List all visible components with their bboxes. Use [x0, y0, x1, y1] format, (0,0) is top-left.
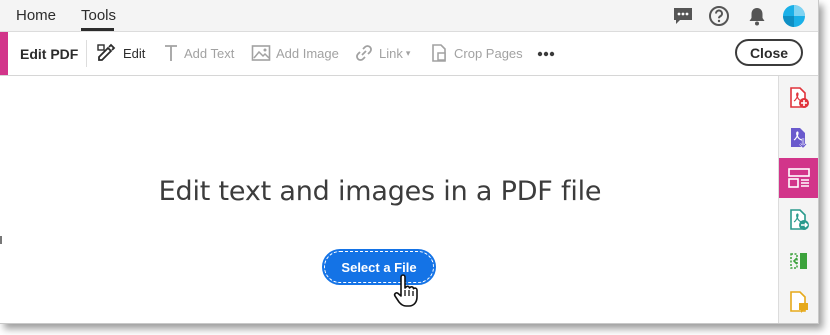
crop-icon: [432, 44, 446, 62]
main-content: Edit text and images in a PDF file Selec…: [0, 76, 778, 323]
scrollbar[interactable]: [757, 76, 778, 323]
edit-pdf-toolbar: Edit PDF Edit Add Text Add Image Link ▾ …: [0, 32, 818, 76]
rail-item-export-pdf[interactable]: [779, 118, 818, 158]
toolbar-title: Edit PDF: [20, 46, 79, 62]
bell-icon[interactable]: [746, 5, 768, 27]
link-tool-button[interactable]: Link ▾: [354, 42, 410, 64]
create-pdf-icon: [790, 87, 809, 108]
toolbar-accent: [0, 32, 8, 75]
tab-home[interactable]: Home: [16, 7, 56, 24]
hand-cursor-icon: [393, 274, 418, 307]
rail-item-send-pdf[interactable]: [779, 200, 818, 240]
edit-icon: [97, 43, 116, 61]
organize-pages-icon: [790, 253, 807, 269]
close-button[interactable]: Close: [735, 39, 803, 66]
crop-pages-tool-button[interactable]: Crop Pages: [429, 42, 523, 64]
add-text-tool-label: Add Text: [184, 45, 235, 61]
top-navigation: Home Tools: [0, 0, 818, 32]
active-tab-indicator: [81, 28, 114, 31]
add-image-tool-button[interactable]: Add Image: [251, 42, 339, 64]
rail-item-create-pdf[interactable]: [779, 78, 818, 118]
rail-item-edit-pdf[interactable]: [779, 158, 818, 198]
edit-tool-label: Edit: [123, 45, 146, 61]
toolbar-divider: [86, 40, 87, 67]
text-icon: [165, 45, 177, 61]
crop-pages-tool-label: Crop Pages: [454, 45, 523, 61]
tab-tools[interactable]: Tools: [81, 7, 116, 24]
app-window: Home Tools Edit PDF Edit Add Text Add Im…: [0, 0, 819, 324]
more-options-icon[interactable]: [537, 51, 555, 57]
add-text-tool-button[interactable]: Add Text: [163, 42, 234, 64]
rail-item-comment[interactable]: [779, 282, 818, 322]
image-icon: [251, 45, 271, 61]
edit-pdf-icon: [788, 168, 810, 188]
window-edge-mark: [0, 236, 2, 244]
right-tools-rail: [778, 76, 818, 323]
chat-icon[interactable]: [672, 5, 694, 27]
edit-tool-button[interactable]: Edit: [96, 42, 145, 64]
page-heading: Edit text and images in a PDF file: [158, 176, 602, 207]
profile-avatar[interactable]: [782, 4, 806, 28]
help-icon[interactable]: [708, 5, 730, 27]
comment-icon: [790, 291, 808, 313]
rail-item-organize-pages[interactable]: [779, 241, 818, 281]
add-image-tool-label: Add Image: [276, 45, 339, 61]
link-tool-label: Link: [379, 45, 403, 61]
send-pdf-icon: [790, 209, 809, 230]
link-icon: [356, 45, 372, 61]
chevron-down-icon: ▾: [405, 47, 411, 58]
export-pdf-icon: [791, 128, 807, 149]
